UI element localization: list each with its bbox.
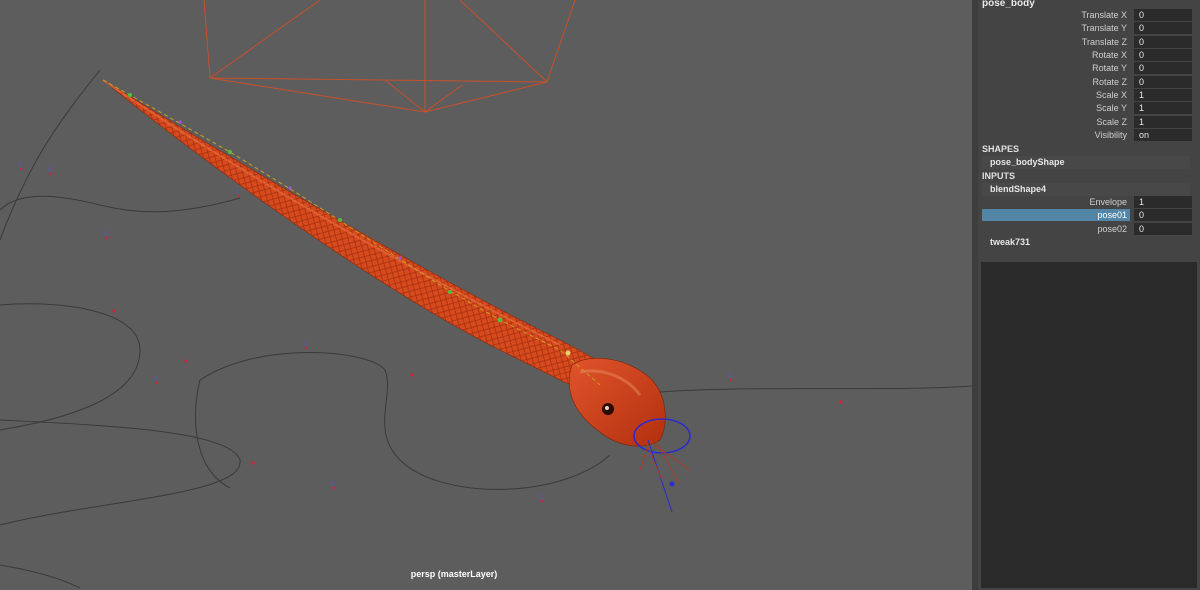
attr-label: Rotate X <box>1091 50 1127 60</box>
attr-row-translate-y[interactable]: Translate Y 0 <box>978 22 1200 35</box>
locator-markers[interactable]: c c c c c c c c c <box>18 159 843 503</box>
camera-wireframe[interactable] <box>203 0 576 113</box>
camera-label: persp (masterLayer) <box>410 569 498 579</box>
attr-row-pose02[interactable]: pose02 0 <box>978 223 1200 236</box>
svg-text:c: c <box>48 164 53 174</box>
perspective-viewport[interactable]: c c c c c c c c c persp (masterLayer) <box>0 0 972 590</box>
attr-value-field[interactable]: 0 <box>1134 62 1192 74</box>
attr-label: Scale Y <box>1096 103 1127 113</box>
svg-text:c: c <box>236 186 241 196</box>
attr-label: Scale Z <box>1096 117 1127 127</box>
svg-text:c: c <box>303 338 308 348</box>
node-name[interactable]: pose_body <box>982 0 1035 9</box>
snake-model[interactable] <box>102 79 691 513</box>
channel-box: pose_body Translate X 0 Translate Y 0 Tr… <box>978 0 1200 590</box>
svg-text:c: c <box>539 491 544 501</box>
attr-value-field[interactable]: 0 <box>1134 209 1192 221</box>
attr-row-scale-x[interactable]: Scale X 1 <box>978 89 1200 102</box>
attr-value-field[interactable]: 0 <box>1134 22 1192 34</box>
attr-value-field[interactable]: on <box>1134 129 1192 141</box>
svg-text:c: c <box>104 228 109 238</box>
input-node-tweak[interactable]: tweak731 <box>982 236 1190 249</box>
svg-text:c: c <box>728 370 733 380</box>
attr-label: pose02 <box>1097 224 1127 234</box>
attr-label: Translate X <box>1081 10 1127 20</box>
shape-node[interactable]: pose_bodyShape <box>982 156 1190 169</box>
maya-window: c c c c c c c c c persp (masterLayer) po… <box>0 0 1200 590</box>
attr-value-field[interactable]: 1 <box>1134 102 1192 114</box>
attr-row-visibility[interactable]: Visibility on <box>978 129 1200 142</box>
attr-label: Scale X <box>1095 90 1127 100</box>
attr-value-field[interactable]: 1 <box>1134 89 1192 101</box>
svg-text:c: c <box>331 478 336 488</box>
attr-row-translate-x[interactable]: Translate X 0 <box>978 9 1200 22</box>
attr-row-pose01[interactable]: pose01 0 <box>978 209 1200 222</box>
attr-value-field[interactable]: 0 <box>1134 76 1192 88</box>
attr-row-rotate-z[interactable]: Rotate Z 0 <box>978 76 1200 89</box>
attr-label: Rotate Z <box>1092 77 1127 87</box>
attr-row-rotate-y[interactable]: Rotate Y 0 <box>978 62 1200 75</box>
attr-row-scale-y[interactable]: Scale Y 1 <box>978 102 1200 115</box>
inputs-header: INPUTS <box>982 171 1016 181</box>
attr-label: Visibility <box>1094 130 1127 140</box>
attr-row-rotate-x[interactable]: Rotate X 0 <box>978 49 1200 62</box>
layer-editor-pane[interactable] <box>981 262 1197 588</box>
shapes-header: SHAPES <box>982 144 1020 154</box>
attr-row-envelope[interactable]: Envelope 1 <box>978 196 1200 209</box>
attr-value-field[interactable]: 0 <box>1134 9 1192 21</box>
attr-row-translate-z[interactable]: Translate Z 0 <box>978 36 1200 49</box>
attr-value-field[interactable]: 0 <box>1134 36 1192 48</box>
attr-label: Rotate Y <box>1092 63 1127 73</box>
attr-row-scale-z[interactable]: Scale Z 1 <box>978 116 1200 129</box>
attr-label: Translate Z <box>1081 37 1127 47</box>
svg-text:c: c <box>153 373 158 383</box>
attr-label: Envelope <box>1089 197 1127 207</box>
attr-label: Translate Y <box>1081 23 1127 33</box>
viewport-scene[interactable]: c c c c c c c c c <box>0 0 972 590</box>
attr-value-field[interactable]: 1 <box>1134 196 1192 208</box>
attr-label: pose01 <box>1097 210 1127 220</box>
attr-value-field[interactable]: 1 <box>1134 116 1192 128</box>
svg-text:c: c <box>18 159 23 169</box>
attr-value-field[interactable]: 0 <box>1134 223 1192 235</box>
attr-value-field[interactable]: 0 <box>1134 49 1192 61</box>
input-node-blendshape[interactable]: blendShape4 <box>982 183 1190 196</box>
